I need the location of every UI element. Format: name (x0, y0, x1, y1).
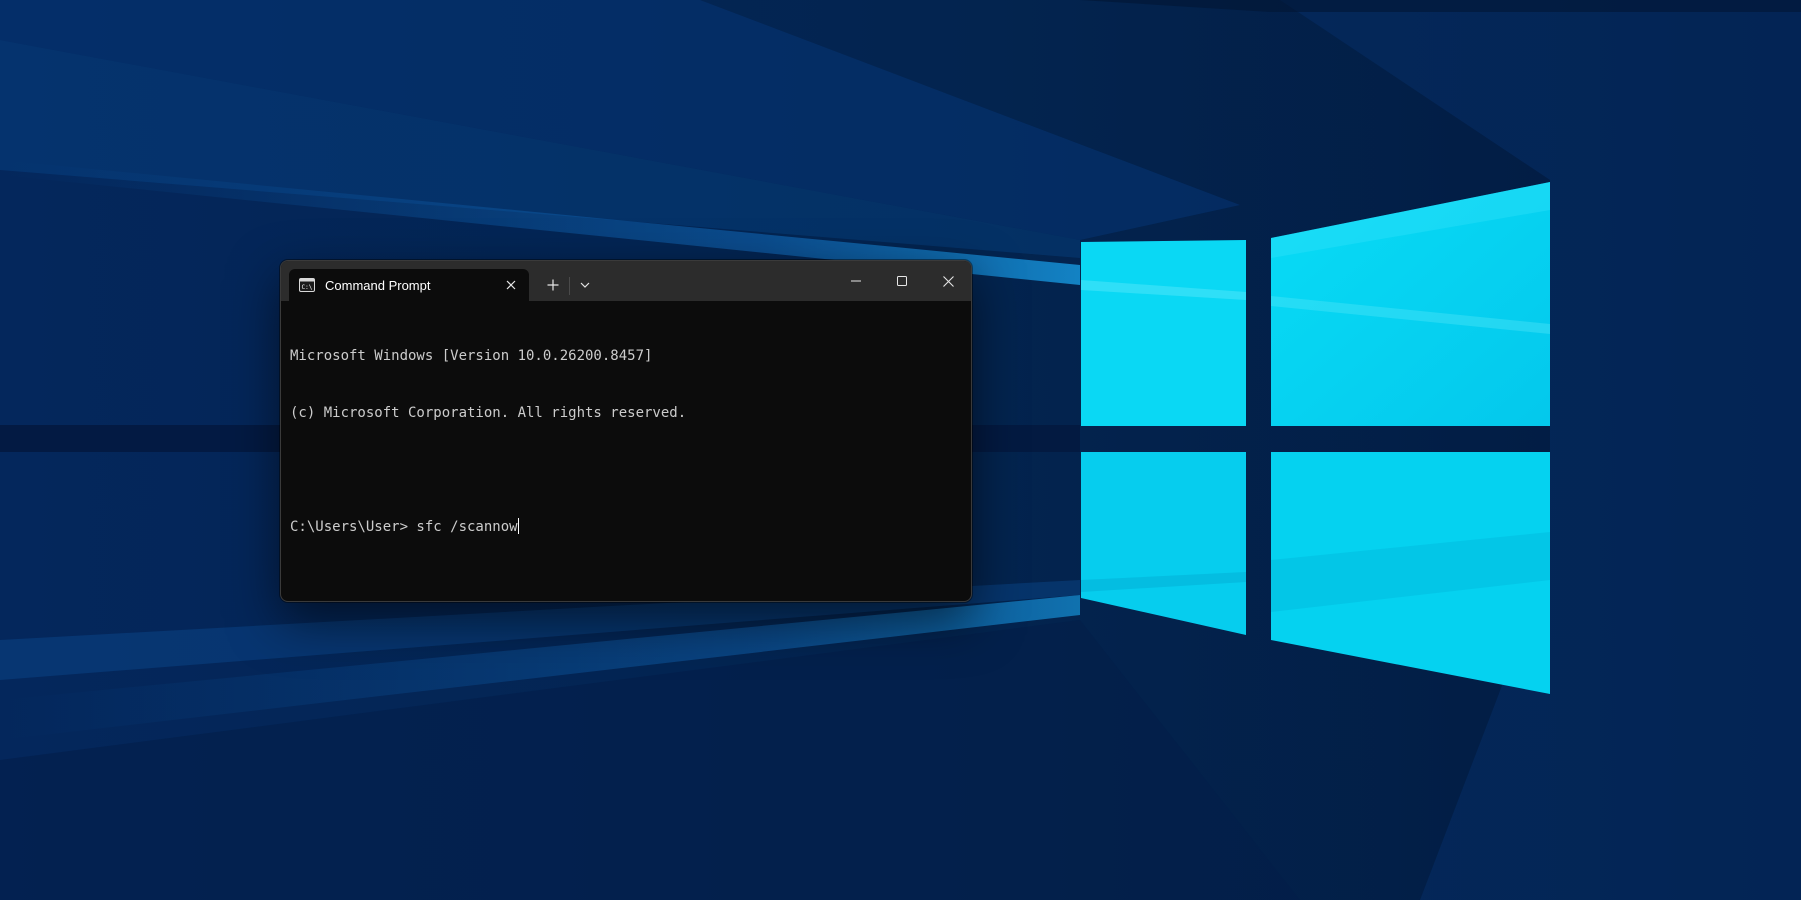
minimize-icon (851, 280, 861, 282)
tab-command-prompt[interactable]: C:\ Command Prompt (289, 269, 529, 301)
maximize-icon (897, 276, 907, 286)
close-button[interactable] (925, 261, 971, 301)
tab-close-button[interactable] (497, 271, 525, 299)
console-line: Microsoft Windows [Version 10.0.26200.84… (290, 348, 653, 364)
plus-icon (547, 279, 559, 291)
prompt-command: C:\Users\User> sfc /scannow (290, 519, 518, 535)
minimize-button[interactable] (833, 261, 879, 301)
command-prompt-window[interactable]: C:\ Command Prompt Microsoft Windows [Ve… (280, 260, 972, 602)
maximize-button[interactable] (879, 261, 925, 301)
text-cursor (517, 518, 519, 534)
console-line: (c) Microsoft Corporation. All rights re… (290, 405, 687, 421)
tab-dropdown-button[interactable] (571, 269, 599, 301)
close-icon (506, 280, 516, 290)
tab-divider (569, 277, 570, 295)
command-prompt-icon: C:\ (299, 278, 315, 292)
console-prompt-line[interactable]: C:\Users\User> sfc /scannow (290, 518, 962, 537)
new-tab-button[interactable] (537, 269, 569, 301)
close-icon (942, 275, 954, 287)
svg-text:C:\: C:\ (302, 284, 313, 291)
title-bar[interactable]: C:\ Command Prompt (281, 261, 971, 301)
console-output[interactable]: Microsoft Windows [Version 10.0.26200.84… (281, 301, 971, 601)
chevron-down-icon (580, 282, 590, 288)
tab-title: Command Prompt (325, 277, 431, 293)
